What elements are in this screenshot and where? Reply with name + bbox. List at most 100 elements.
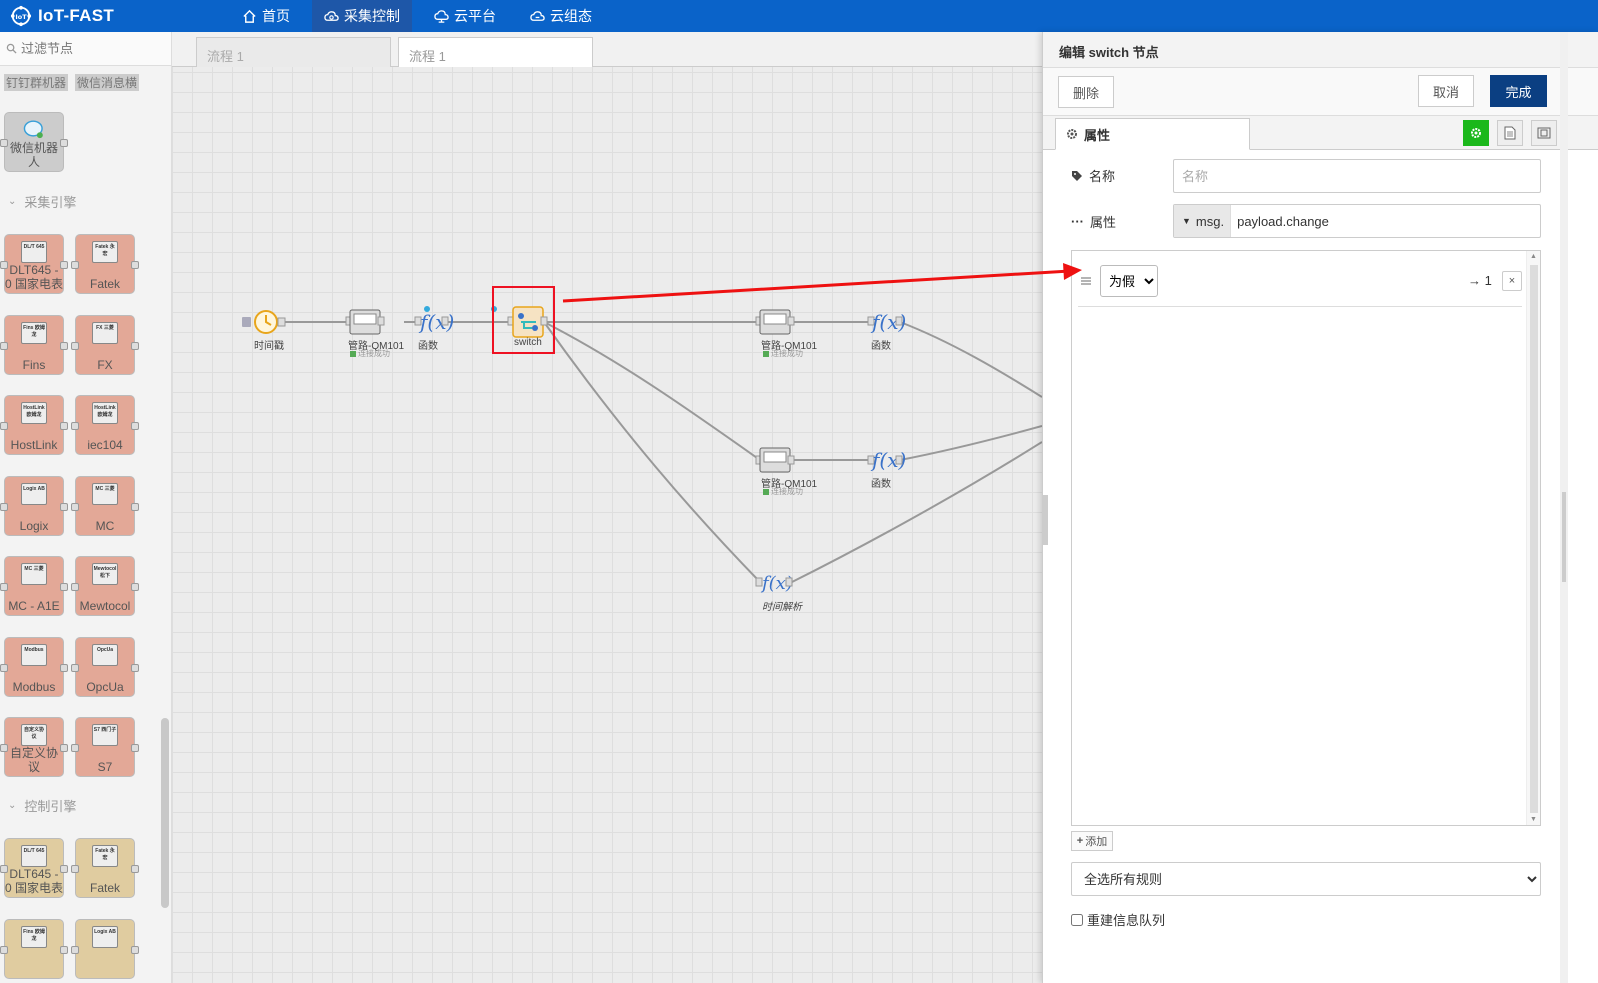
settings-tab-button[interactable]	[1463, 120, 1489, 146]
palette-filter	[0, 32, 171, 66]
wire	[543, 321, 761, 583]
description-tab-button[interactable]	[1497, 120, 1523, 146]
plc-chip-icon: 自定义协议	[21, 724, 47, 746]
time-parse-label: 时间解析	[762, 602, 802, 613]
plus-icon: +	[1076, 835, 1084, 847]
gear-icon	[1067, 129, 1077, 139]
node-label: FX	[97, 357, 113, 372]
plc-chip-icon: Fins 欧姆龙	[21, 321, 47, 344]
plc-chip-icon: Fins 欧姆龙	[21, 925, 47, 948]
top-header: IoT IoT-FAST 首页 采集控制 云平台 云组态	[0, 0, 1598, 32]
palette-node[interactable]: Fatek 永宏 Fatek	[71, 234, 139, 294]
recreate-label: 重建信息队列	[1087, 913, 1166, 928]
done-button[interactable]: 完成	[1490, 75, 1547, 107]
property-input[interactable]: ▼ msg. payload.change	[1173, 204, 1541, 238]
palette-node[interactable]: MC 三菱 MC - A1E	[0, 556, 68, 616]
palette-node[interactable]: Mewtocol 松下 Mewtocol	[71, 556, 139, 616]
nav-label: 云组态	[550, 8, 592, 24]
palette-node[interactable]: FX 三菱 FX	[71, 314, 139, 375]
palette-node[interactable]: Fins 欧姆龙 Fins	[0, 314, 68, 375]
appearance-tab-button[interactable]	[1531, 120, 1557, 146]
pipe-node-1	[345, 309, 385, 335]
flow-canvas: f(x) f(x) f(x) f(x)	[242, 306, 1042, 594]
palette-node[interactable]: Fatek 永宏 Fatek	[71, 838, 139, 898]
cloud-config-icon	[530, 10, 545, 21]
delete-button[interactable]: 删除	[1058, 76, 1114, 108]
palette-scrollbar[interactable]	[161, 718, 169, 908]
frame-icon	[1537, 127, 1551, 139]
add-rule-button[interactable]: + 添加	[1071, 831, 1113, 851]
func2-label: 函数	[871, 341, 891, 352]
palette-node[interactable]: OpcUa OpcUa	[71, 636, 139, 697]
scroll-up-icon[interactable]: ▲	[1530, 253, 1537, 260]
rules-scrollbar[interactable]: ▲ ▼	[1526, 251, 1540, 825]
pipe3-status: 连接成功	[763, 486, 803, 497]
editor-scrollbar[interactable]	[1560, 32, 1568, 983]
plc-chip-icon: FX 三菱	[92, 321, 118, 344]
plc-chip-icon: OpcUa	[92, 643, 118, 666]
palette-node[interactable]: 自定义协议 自定义协议	[0, 717, 68, 777]
recreate-queue-row[interactable]: 重建信息队列	[1071, 910, 1165, 929]
palette-node[interactable]: DL/T 645 DLT645 - 0 国家电表	[0, 234, 68, 294]
nav-home[interactable]: 首页	[230, 0, 302, 32]
palette-node[interactable]: S7 西门子 S7	[71, 717, 139, 777]
property-type-select[interactable]: ▼ msg.	[1174, 205, 1232, 237]
status-dot-icon	[350, 350, 356, 357]
recreate-queue-checkbox[interactable]	[1071, 913, 1083, 926]
name-input[interactable]	[1173, 159, 1541, 193]
nav-cloud-config[interactable]: 云组态	[518, 0, 604, 32]
palette-item-wechat-msg[interactable]: 微信消息横	[75, 74, 140, 91]
plc-chip-icon: HostLink 欧姆龙	[21, 402, 47, 424]
switch-highlight-box	[492, 286, 555, 354]
palette-node-wechat-robot[interactable]: 微信机器人	[0, 112, 68, 172]
palette-node[interactable]: HostLink 欧姆龙 HostLink	[0, 395, 68, 455]
plc-chip-icon: DL/T 645	[21, 241, 47, 263]
cancel-button[interactable]: 取消	[1418, 75, 1474, 107]
section-control-engine[interactable]: ⌄ 控制引擎	[8, 796, 76, 815]
palette-node[interactable]: Fins 欧姆龙	[0, 918, 68, 979]
nav-label: 采集控制	[344, 8, 400, 24]
cloud-platform-icon	[434, 9, 449, 23]
func3-label: 函数	[871, 479, 891, 490]
flow-workspace[interactable]: 流程 1 流程 1 f(x) f(x) f(x) f(x) 时间戳 管路-QM1…	[172, 32, 1042, 983]
property-row: ··· 属性	[1071, 212, 1116, 231]
plc-chip-icon: Modbus	[21, 643, 47, 666]
palette-node[interactable]: Logix AB Logix	[0, 475, 68, 536]
editor-toolbar: 删除 取消 完成	[1043, 68, 1598, 116]
palette-node[interactable]: Modbus Modbus	[0, 636, 68, 697]
palette-item-dingtalk[interactable]: 钉钉群机器	[4, 74, 69, 91]
drag-handle-icon[interactable]	[1080, 275, 1092, 287]
plc-chip-icon: Mewtocol 松下	[92, 563, 118, 585]
name-label: 名称	[1089, 169, 1116, 184]
node-label: Modbus	[12, 679, 56, 694]
rule-remove-button[interactable]: ×	[1502, 271, 1522, 291]
node-label: OpcUa	[86, 679, 124, 694]
nav-cloud-platform[interactable]: 云平台	[422, 0, 508, 32]
property-label: 属性	[1090, 215, 1117, 230]
scroll-down-icon[interactable]: ▼	[1530, 816, 1537, 823]
switch-edit-panel: 编辑 switch 节点 删除 取消 完成 属性 名称 ··· 属性 ▼ msg…	[1042, 32, 1598, 983]
node-label: MC - A1E	[8, 599, 60, 613]
palette-node[interactable]: DL/T 645 DLT645 - 0 国家电表	[0, 838, 68, 898]
node-label: Fatek	[89, 881, 120, 895]
panel-resize-handle[interactable]	[1043, 495, 1048, 545]
editor-tabs: 属性	[1043, 116, 1598, 150]
editor-title: 编辑 switch 节点	[1043, 32, 1598, 68]
filter-nodes-input[interactable]	[21, 41, 161, 56]
tab-properties[interactable]: 属性	[1055, 118, 1250, 150]
nav-label: 云平台	[454, 8, 496, 24]
node-label: Logix	[19, 518, 49, 533]
palette-node[interactable]: MC 三菱 MC	[71, 475, 139, 536]
inject-button	[242, 317, 251, 327]
nav-collect-control[interactable]: 采集控制	[312, 0, 412, 32]
add-label: 添加	[1085, 836, 1108, 848]
rule-operator-select[interactable]: 为假	[1100, 265, 1158, 297]
plc-chip-icon: Fatek 永宏	[92, 845, 118, 867]
rule-mode-select[interactable]: 全选所有规则	[1071, 862, 1541, 896]
section-collect-engine[interactable]: ⌄ 采集引擎	[8, 192, 76, 211]
status-dot-icon	[763, 350, 769, 357]
wire	[543, 321, 761, 461]
brand[interactable]: IoT IoT-FAST	[10, 4, 114, 28]
palette-node[interactable]: HostLink 欧姆龙 iec104	[71, 395, 139, 455]
palette-node[interactable]: Logix AB	[71, 918, 139, 979]
